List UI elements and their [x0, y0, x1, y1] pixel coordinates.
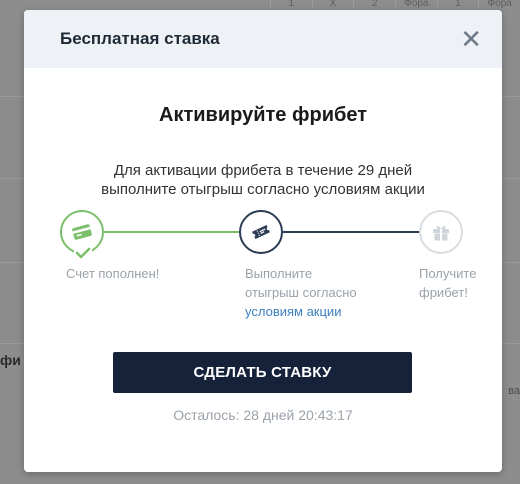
card-icon — [72, 224, 92, 240]
modal-title: Бесплатная ставка — [60, 29, 220, 48]
bg-header-cell: X — [311, 0, 354, 10]
step-text: Счет пополнен! — [66, 266, 160, 281]
close-icon[interactable]: ✕ — [460, 26, 482, 52]
step-text: отыгрыш согласно — [245, 285, 357, 300]
ticket-icon — [252, 224, 270, 240]
bg-header-cell: Фора — [478, 0, 520, 10]
modal-header: Бесплатная ставка ✕ — [24, 10, 502, 68]
step-text: фрибет! — [419, 285, 468, 300]
check-icon — [74, 246, 92, 260]
freebet-modal: Бесплатная ставка ✕ Активируйте фрибет Д… — [24, 10, 502, 472]
bg-header-cell: 2 — [353, 0, 395, 10]
bg-header-cell: 1 — [436, 0, 479, 10]
page-title: Активируйте фрибет — [159, 104, 367, 126]
step-circle-done — [60, 210, 104, 260]
place-bet-button[interactable]: СДЕЛАТЬ СТАВКУ — [113, 352, 412, 393]
step-text: Выполните — [245, 266, 313, 281]
bg-header-cell: 1 — [270, 0, 312, 10]
step-text: Получите — [419, 266, 477, 281]
step-connector-done — [104, 231, 239, 233]
description-line: Для активации фрибета в течение 29 дней — [113, 162, 413, 179]
timer-value: 28 дней 20:43:17 — [243, 407, 353, 423]
step-label-1: Счет пополнен! — [66, 264, 159, 283]
step-circle-pending — [419, 210, 463, 254]
description: Для активации фрибета в течение 29 дней … — [54, 161, 472, 199]
step-label-3: Получите фрибет! — [419, 264, 476, 302]
step-label-2: Выполните отыгрыш согласно условиям акци… — [245, 264, 357, 321]
background-odds-header: 1 X 2 Фора 1 Фора — [270, 0, 520, 10]
timer-prefix: Осталось: — [173, 407, 240, 423]
gift-icon — [433, 225, 449, 241]
bg-header-cell: Фора — [395, 0, 437, 10]
step-connector-active — [283, 231, 419, 233]
terms-link[interactable]: условиям акции — [245, 302, 357, 321]
step-circle-active — [239, 210, 283, 254]
description-line: выполните отыгрыш согласно условиям акци… — [101, 181, 425, 198]
progress-steps: Счет пополнен! Выполните отыгрыш согласн… — [24, 208, 502, 328]
bg-partial-text: фи — [0, 352, 21, 368]
countdown-timer: Осталось: 28 дней 20:43:17 — [24, 407, 502, 423]
bg-partial-text: ва — [508, 385, 520, 397]
